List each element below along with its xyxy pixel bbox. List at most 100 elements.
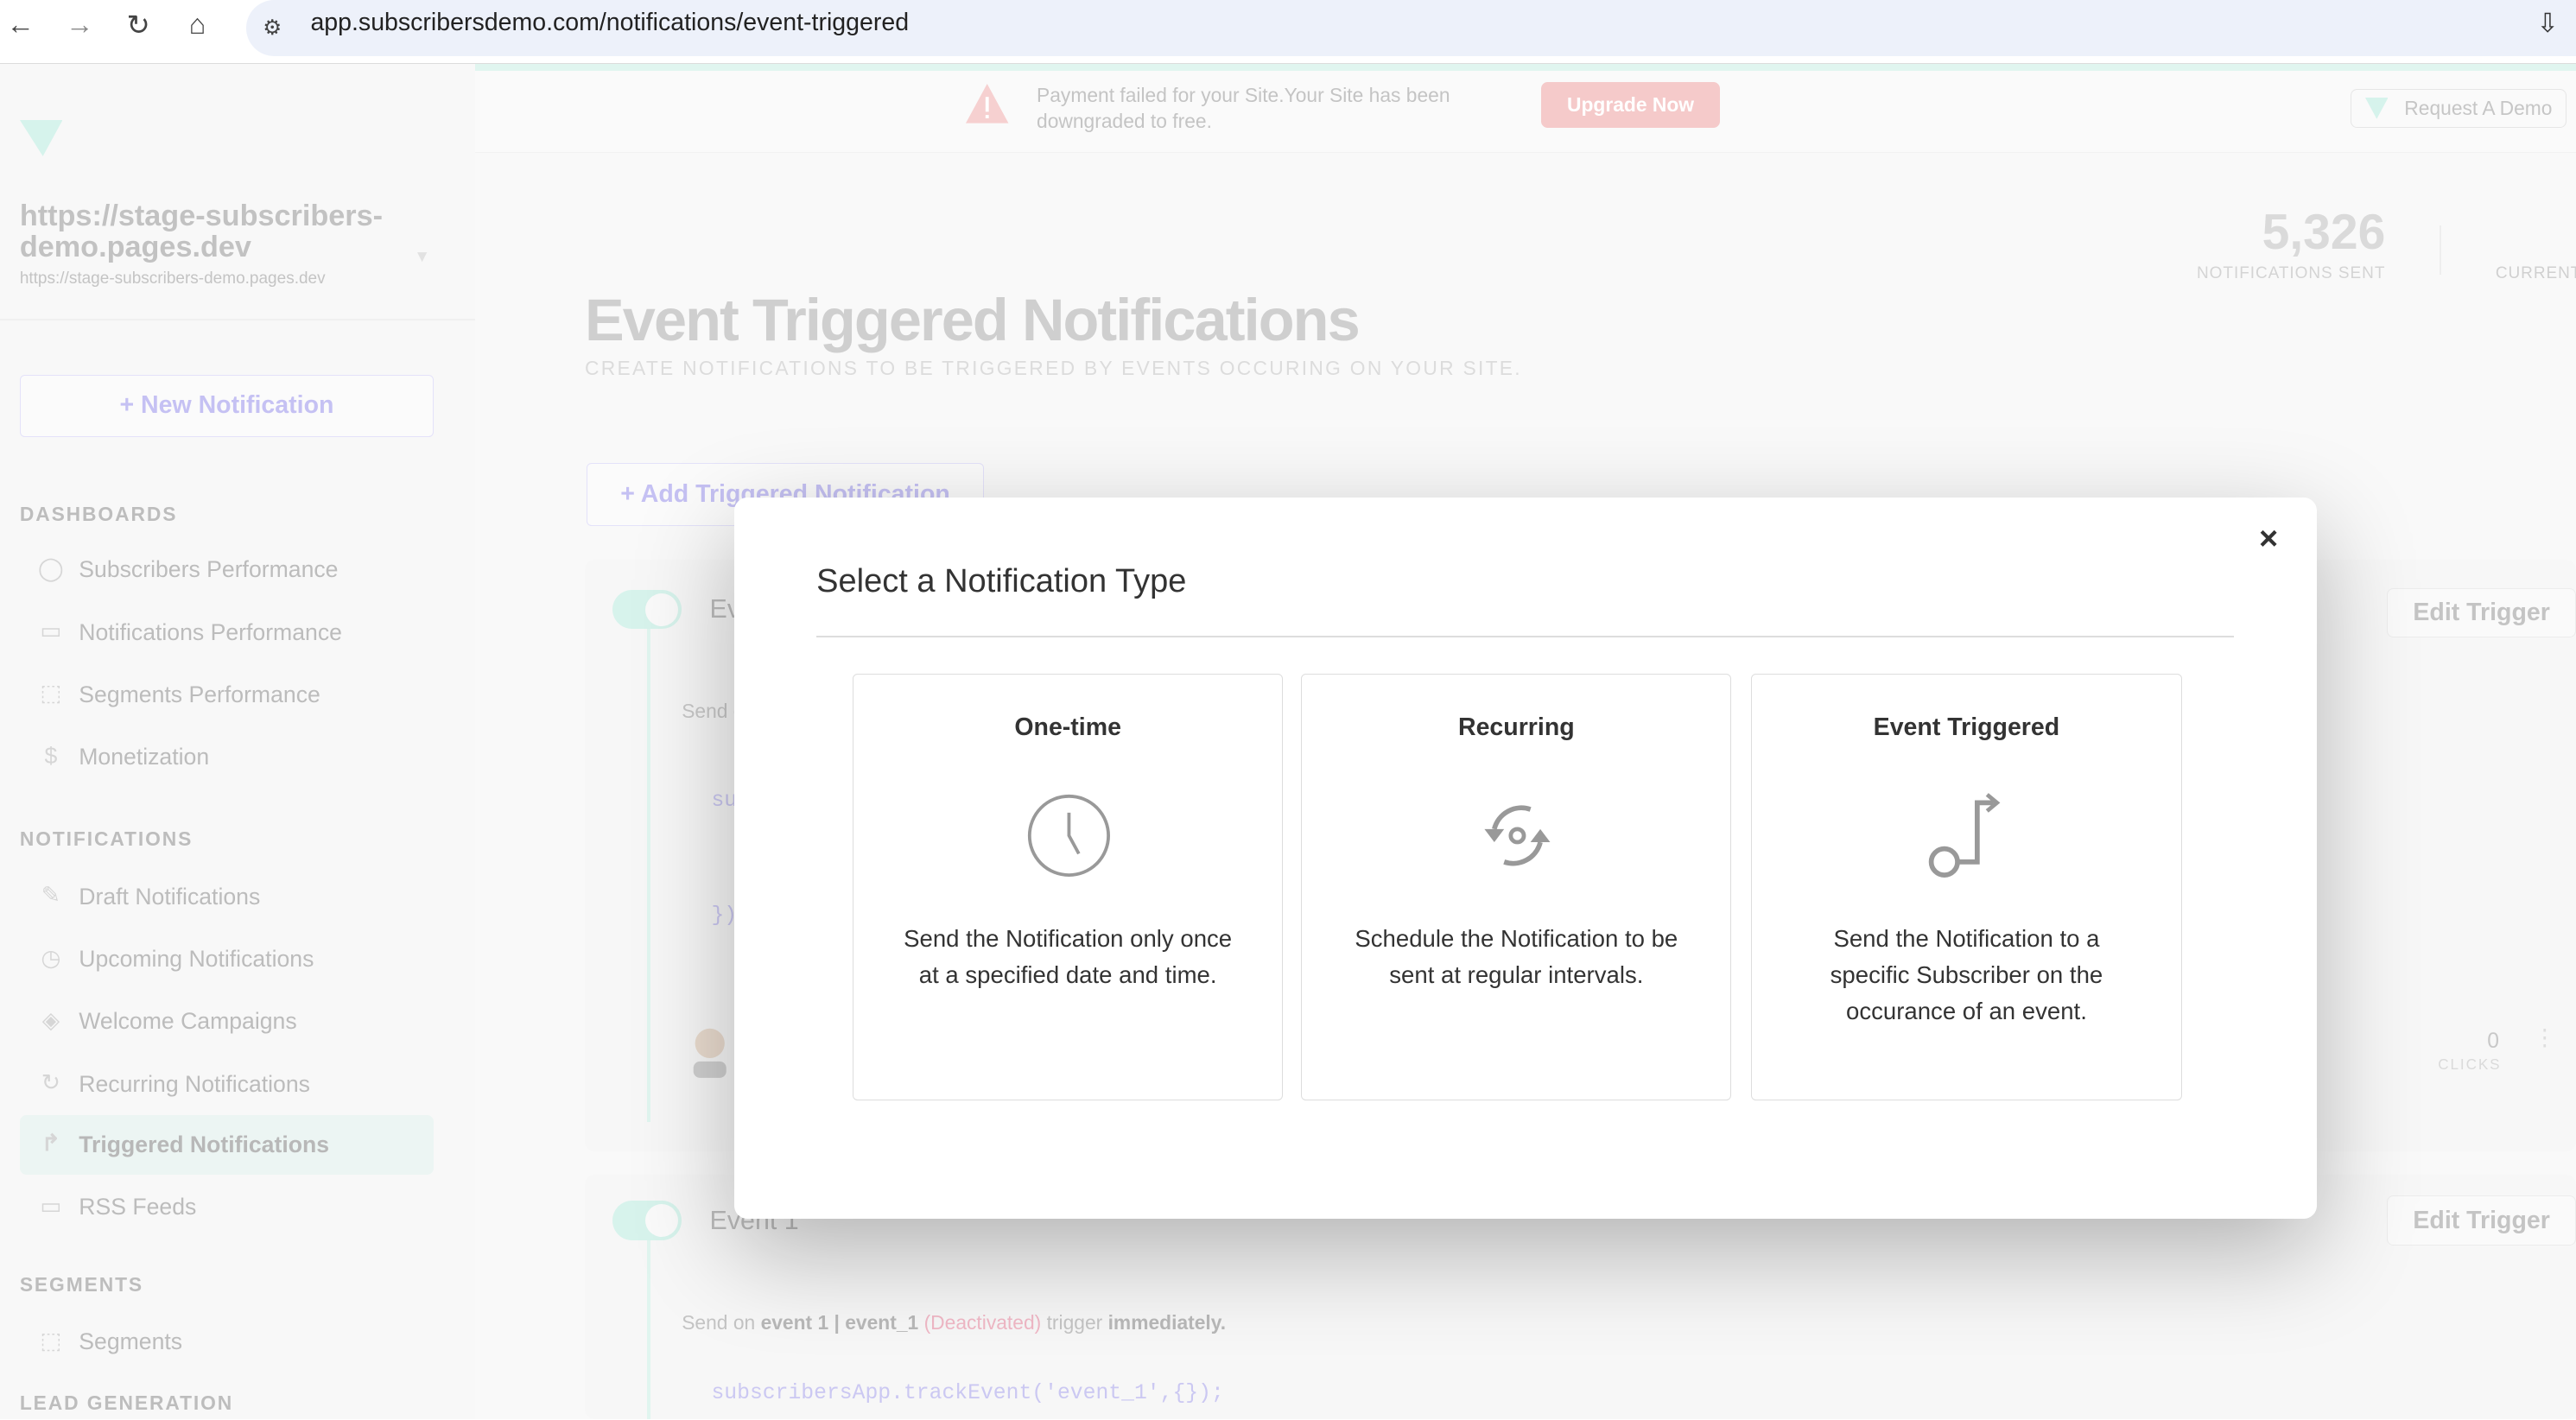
sidebar-item-draft-notifications[interactable]: ✎ Draft Notifications xyxy=(20,867,434,926)
site-url: https://stage-subscribers-demo.pages.dev xyxy=(19,269,326,288)
clicks-label: CLICKS xyxy=(2438,1055,2502,1073)
divider xyxy=(2440,225,2442,275)
option-title: One-time xyxy=(1014,713,1121,742)
sidebar-section-heading: DASHBOARDS xyxy=(19,502,178,525)
sidebar-item-label: Welcome Campaigns xyxy=(79,1008,297,1035)
sidebar-item-welcome-campaigns[interactable]: ◈ Welcome Campaigns xyxy=(20,992,434,1051)
option-one-time[interactable]: One-time Send the Notification only once… xyxy=(853,673,1284,1101)
sidebar-item-label: Notifications Performance xyxy=(79,618,342,645)
sidebar-section-heading: LEAD GENERATION xyxy=(19,1391,234,1414)
warning-icon xyxy=(966,83,1009,124)
sidebar-item-label: Segments Performance xyxy=(79,681,320,707)
send-prefix: Send on xyxy=(682,1310,756,1334)
sidebar-section-heading: SEGMENTS xyxy=(19,1272,144,1296)
sidebar-item-label: RSS Feeds xyxy=(79,1194,197,1220)
code-line: subscribersApp.trackEvent('event_1',{}); xyxy=(711,1381,1224,1406)
upgrade-now-button[interactable]: Upgrade Now xyxy=(1540,82,1721,129)
code-line: }) xyxy=(711,903,738,928)
user-circle-icon: ◯ xyxy=(38,555,64,581)
message-icon: ▭ xyxy=(40,1192,62,1219)
sidebar-item-label: Triggered Notifications xyxy=(79,1132,330,1158)
payment-warning-text: Payment failed for your Site.Your Site h… xyxy=(1037,84,1450,133)
sidebar-item-recurring-notifications[interactable]: ↻ Recurring Notifications xyxy=(20,1055,434,1113)
segment-icon: ⬚ xyxy=(40,680,62,707)
code-line: su xyxy=(711,788,738,813)
url-text[interactable]: app.subscribersdemo.com/notifications/ev… xyxy=(310,9,909,37)
layers-icon: ◈ xyxy=(41,1006,60,1033)
money-bag-icon: $ xyxy=(44,742,58,769)
forward-button[interactable]: → xyxy=(66,9,93,41)
message-icon: ▭ xyxy=(40,618,62,644)
close-icon[interactable]: × xyxy=(2259,521,2278,558)
sidebar-item-rss-feeds[interactable]: ▭ RSS Feeds xyxy=(20,1178,434,1237)
notifications-sent-value: 5,326 xyxy=(2262,204,2386,260)
sidebar-item-label: Monetization xyxy=(79,744,210,770)
timeline-line xyxy=(647,1239,651,1420)
chevron-down-icon[interactable]: ▼ xyxy=(414,248,430,267)
recurring-icon xyxy=(1484,805,1551,866)
page-title: Event Triggered Notifications xyxy=(585,286,1361,353)
event-toggle[interactable] xyxy=(612,1201,682,1240)
logo-icon xyxy=(19,119,63,156)
option-title: Event Triggered xyxy=(1873,713,2060,742)
sidebar-item-segments-performance[interactable]: ⬚ Segments Performance xyxy=(20,665,434,724)
trigger-icon: ↱ xyxy=(41,1130,61,1157)
notifications-sent-label: NOTIFICATIONS SENT xyxy=(2197,264,2386,283)
modal-title: Select a Notification Type xyxy=(816,563,1187,600)
page-subtitle: CREATE NOTIFICATIONS TO BE TRIGGERED BY … xyxy=(585,356,1522,379)
progress-bar xyxy=(474,64,2576,71)
option-description: Send the Notification to a specific Subs… xyxy=(1830,924,2103,1024)
sidebar-item-label: Upcoming Notifications xyxy=(79,946,314,973)
request-demo-label: Request A Demo xyxy=(2404,96,2553,119)
sidebar-item-label: Recurring Notifications xyxy=(79,1070,310,1097)
divider xyxy=(0,318,475,320)
more-options-icon[interactable]: ⋮ xyxy=(2534,1026,2557,1049)
notification-type-modal: Select a Notification Type × One-time Se… xyxy=(734,498,2317,1220)
draft-icon: ✎ xyxy=(41,882,61,909)
sidebar: https://stage-subscribers-demo.pages.dev… xyxy=(0,64,475,1420)
top-banner: Payment failed for your Site.Your Site h… xyxy=(474,70,2576,153)
install-app-icon[interactable]: ⇩ xyxy=(2536,9,2558,39)
sidebar-item-triggered-notifications[interactable]: ↱ Triggered Notifications xyxy=(19,1115,435,1175)
option-description: Schedule the Notification to be sent at … xyxy=(1355,924,1678,988)
sidebar-item-label: Segments xyxy=(79,1328,183,1355)
request-demo-button[interactable]: Request A Demo xyxy=(2351,88,2566,129)
logo-icon xyxy=(2364,98,2389,119)
sidebar-item-notifications-performance[interactable]: ▭ Notifications Performance xyxy=(20,603,434,662)
sidebar-item-upcoming-notifications[interactable]: ◷ Upcoming Notifications xyxy=(20,929,434,988)
option-recurring[interactable]: Recurring Schedule the Notification to b… xyxy=(1301,673,1732,1101)
trigger-icon xyxy=(1928,792,2001,878)
recurring-icon: ↻ xyxy=(41,1069,61,1096)
sidebar-item-monetization[interactable]: $ Monetization xyxy=(20,727,434,786)
new-notification-button[interactable]: + New Notification xyxy=(19,374,435,437)
reload-button[interactable]: ↻ xyxy=(126,9,149,41)
trigger-word: trigger xyxy=(1046,1310,1103,1334)
sidebar-item-subscribers-performance[interactable]: ◯ Subscribers Performance xyxy=(20,541,434,599)
site-title[interactable]: https://stage-subscribers-demo.pages.dev xyxy=(20,200,397,263)
event-toggle[interactable] xyxy=(612,589,682,630)
current-label: CURRENT xyxy=(2495,264,2576,283)
edit-trigger-button[interactable]: Edit Trigger xyxy=(2387,587,2576,637)
site-settings-icon[interactable]: ⚙ xyxy=(263,15,282,41)
home-button[interactable]: ⌂ xyxy=(189,9,206,41)
back-button[interactable]: ← xyxy=(7,9,35,41)
clicks-value: 0 xyxy=(2487,1030,2500,1054)
timing: immediately. xyxy=(1107,1310,1227,1334)
sidebar-item-segments[interactable]: ⬚ Segments xyxy=(20,1313,434,1372)
option-title: Recurring xyxy=(1457,713,1575,742)
clock-icon: ◷ xyxy=(41,944,61,971)
sidebar-section-heading: NOTIFICATIONS xyxy=(19,827,194,851)
sidebar-item-label: Subscribers Performance xyxy=(79,556,339,583)
segment-icon: ⬚ xyxy=(40,1327,62,1353)
browser-toolbar: ← → ↻ ⌂ ⚙ app.subscribersdemo.com/notifi… xyxy=(0,0,2576,65)
event-identifier: event 1 | event_1 xyxy=(760,1310,919,1334)
timeline-line xyxy=(647,629,651,1122)
status-badge: (Deactivated) xyxy=(923,1310,1042,1334)
sidebar-item-label: Draft Notifications xyxy=(79,883,261,910)
option-description: Send the Notification only once at a spe… xyxy=(904,924,1233,988)
option-event-triggered[interactable]: Event Triggered Send the Notification to… xyxy=(1751,673,2182,1101)
clock-icon xyxy=(1027,794,1110,877)
divider xyxy=(816,635,2235,637)
edit-trigger-button[interactable]: Edit Trigger xyxy=(2387,1195,2576,1246)
avatar xyxy=(693,1028,726,1078)
